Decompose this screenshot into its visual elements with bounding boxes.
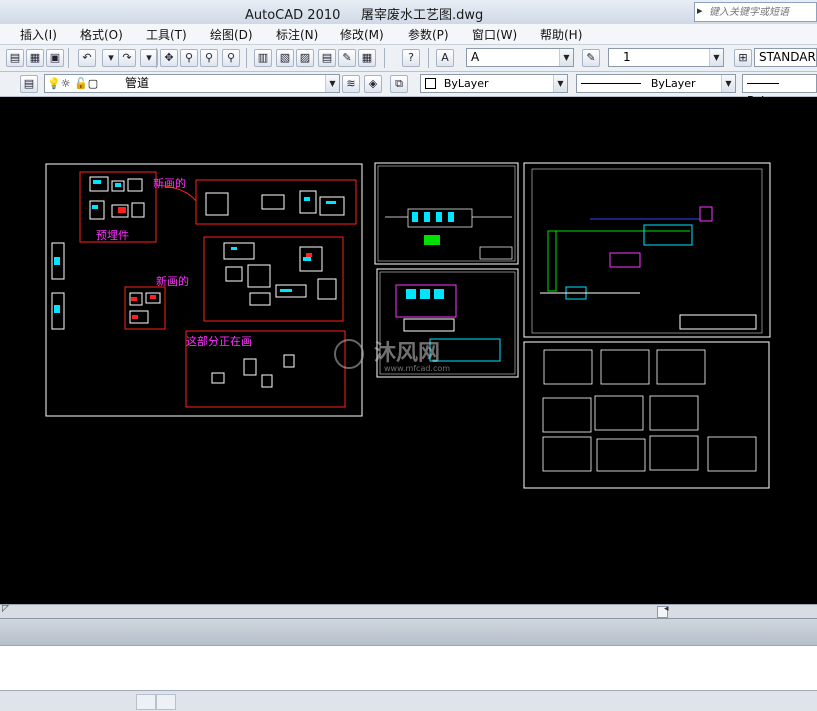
linetype-select[interactable]: ByLayer ▼ [576, 74, 736, 93]
command-line[interactable] [0, 645, 817, 690]
menu-parametric[interactable]: 参数(P) [408, 26, 449, 43]
chevron-down-icon[interactable]: ▼ [325, 75, 339, 92]
menu-insert[interactable]: 插入(I) [20, 26, 57, 43]
menu-format[interactable]: 格式(O) [80, 26, 123, 43]
design-center-icon[interactable]: ▧ [276, 49, 294, 67]
annotation-scale-icon[interactable]: ✎ [582, 49, 600, 67]
linetype-value: ByLayer [650, 77, 696, 90]
layer-select[interactable]: 💡☼ 🔓▢ 管道 ▼ [44, 74, 340, 93]
layer-states-icon[interactable]: ⧉ [390, 75, 408, 93]
chevron-down-icon[interactable]: ▼ [709, 49, 723, 66]
calculator-icon[interactable]: ▦ [358, 49, 376, 67]
watermark-logo-icon [334, 339, 364, 369]
elevation-view-4 [540, 206, 757, 330]
status-toggle-button[interactable] [156, 694, 176, 710]
sheet-border-2 [374, 162, 519, 265]
chevron-down-icon[interactable]: ▼ [559, 49, 573, 66]
zoom-window-icon[interactable]: ⚲ [200, 49, 218, 67]
search-expand-icon[interactable]: ▸ [697, 4, 703, 17]
make-current-layer-icon[interactable]: ≋ [342, 75, 360, 93]
lineweight-select[interactable]: ByLay [742, 74, 817, 107]
annotation-inprogress: 这部分正在画 [186, 334, 252, 348]
menu-window[interactable]: 窗口(W) [472, 26, 517, 43]
toolbar-separator [246, 48, 247, 68]
dim-style-value: STANDAR [759, 50, 816, 64]
print-icon[interactable]: ▤ [6, 49, 24, 67]
watermark-url: www.mfcad.com [384, 364, 450, 373]
help-icon[interactable]: ? [402, 49, 420, 67]
toolbar-separator [156, 48, 157, 68]
text-style-icon[interactable]: A [436, 49, 454, 67]
zoom-previous-icon[interactable]: ⚲ [222, 49, 240, 67]
toolbar-separator [428, 48, 429, 68]
annotation-scale-value: 1 [623, 50, 631, 64]
status-toggle-button[interactable] [136, 694, 156, 710]
redo-icon[interactable]: ↷ [118, 49, 136, 67]
layer-previous-icon[interactable]: ◈ [364, 75, 382, 93]
process-tank-2 [424, 235, 440, 245]
lineweight-preview [747, 83, 779, 84]
annotation-new-1: 新画的 [153, 176, 186, 190]
text-style-value: A [471, 50, 480, 64]
chevron-down-icon[interactable]: ▼ [721, 75, 735, 92]
plot-preview-icon[interactable]: ▦ [26, 49, 44, 67]
menu-tools[interactable]: 工具(T) [146, 26, 187, 43]
standard-toolbar: ▤ ▦ ▣ ↶ ▾ ↷ ▾ ✥ ⚲ ⚲ ⚲ ▥ ▧ ▨ ▤ ✎ ▦ ? A A … [0, 45, 817, 72]
window-title: AutoCAD 2010 屠宰废水工艺图.dwg [245, 8, 484, 23]
layer-state-icons: 💡☼ 🔓▢ [47, 77, 99, 90]
menu-bar: 插入(I) 格式(O) 工具(T) 绘图(D) 标注(N) 修改(M) 参数(P… [0, 24, 817, 45]
layout-tab-bar [0, 618, 817, 645]
current-layer-name: 管道 [125, 76, 150, 90]
color-value: ByLayer [443, 77, 489, 90]
scroll-corner-icon: ◸ [2, 604, 9, 614]
model-space: 新画的 预埋件 新画的 这部分正在画 沐风网 www.mfcad.com [45, 162, 771, 489]
undo-icon[interactable]: ↶ [78, 49, 96, 67]
sheet-border-5 [523, 341, 770, 489]
annotation-new-2: 新画的 [156, 274, 189, 288]
dim-style-icon[interactable]: ⊞ [734, 49, 752, 67]
annotation-scale-select[interactable]: 1 ▼ [608, 48, 724, 67]
toolbar-separator [68, 48, 69, 68]
watermark-brand: 沐风网 [374, 341, 440, 366]
watermark: 沐风网 www.mfcad.com [334, 339, 450, 373]
layers-toolbar: ▤ 💡☼ 🔓▢ 管道 ▼ ≋ ◈ ⧉ ByLayer ▼ ByLayer ▼ B… [0, 72, 817, 107]
pan-icon[interactable]: ✥ [160, 49, 178, 67]
dim-style-select[interactable]: STANDAR [754, 48, 817, 67]
help-search-input[interactable] [709, 3, 814, 21]
toolbar-separator [384, 48, 385, 68]
zoom-realtime-icon[interactable]: ⚲ [180, 49, 198, 67]
status-bar [0, 690, 817, 711]
properties-icon[interactable]: ▥ [254, 49, 272, 67]
detail-thumbnails [542, 349, 757, 472]
color-swatch-icon [425, 78, 436, 89]
scroll-left-arrow-icon[interactable]: ◂ [664, 604, 669, 614]
help-search-box[interactable]: ▸ [694, 2, 817, 22]
title-bar: AutoCAD 2010 屠宰废水工艺图.dwg ▸ [0, 0, 817, 25]
markup-icon[interactable]: ✎ [338, 49, 356, 67]
menu-help[interactable]: 帮助(H) [540, 26, 582, 43]
color-select[interactable]: ByLayer ▼ [420, 74, 568, 93]
menu-draw[interactable]: 绘图(D) [210, 26, 253, 43]
drawing-canvas[interactable]: 新画的 预埋件 新画的 这部分正在画 沐风网 www.mfcad.com [0, 97, 817, 604]
linetype-preview [581, 83, 641, 84]
annotation-embed: 预埋件 [96, 229, 129, 242]
layer-properties-icon[interactable]: ▤ [20, 75, 38, 93]
menu-modify[interactable]: 修改(M) [340, 26, 384, 43]
process-equipment-2 [412, 212, 454, 222]
menu-dimension[interactable]: 标注(N) [276, 26, 318, 43]
sheet-set-icon[interactable]: ▤ [318, 49, 336, 67]
sheet-border-4 [523, 162, 771, 338]
sheet-inner-4 [531, 168, 763, 334]
horizontal-scrollbar[interactable]: ◸ ◂ [0, 604, 817, 618]
chevron-down-icon[interactable]: ▼ [553, 75, 567, 92]
text-style-select[interactable]: A ▼ [466, 48, 574, 67]
publish-icon[interactable]: ▣ [46, 49, 64, 67]
tool-palettes-icon[interactable]: ▨ [296, 49, 314, 67]
